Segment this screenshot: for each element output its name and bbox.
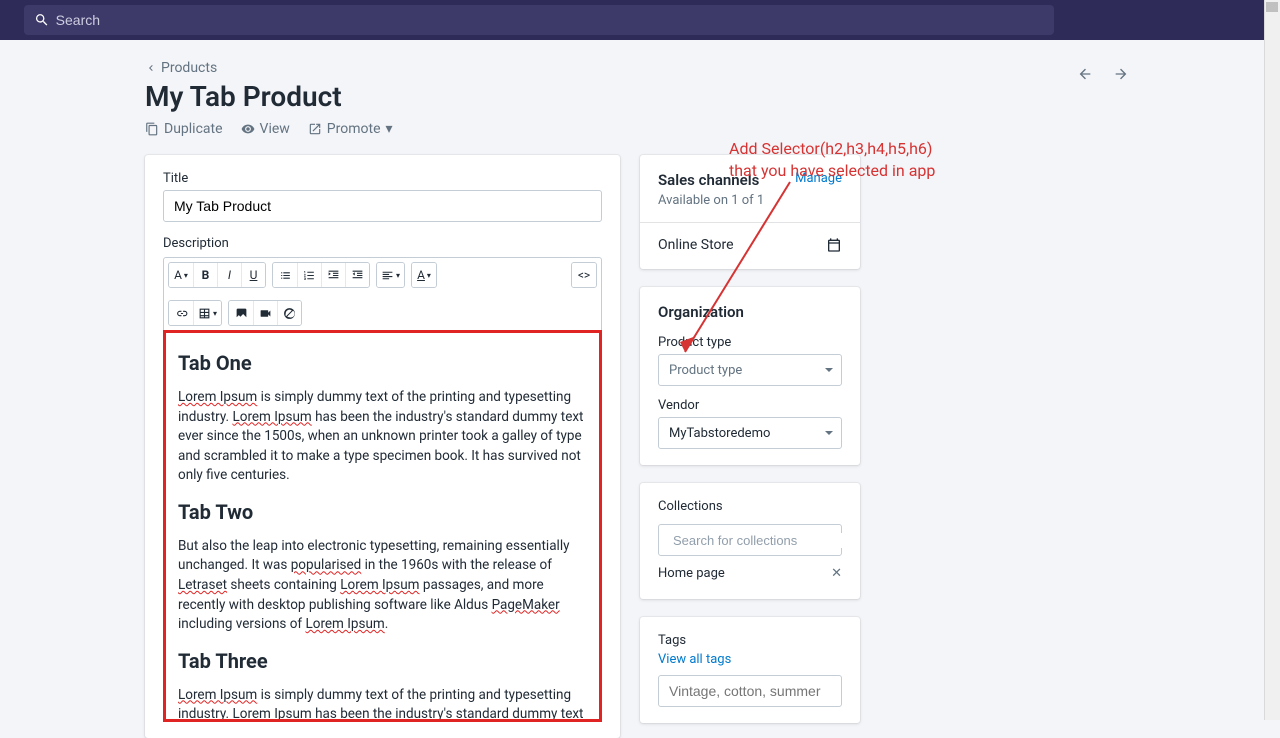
arrow-left-icon [1077, 66, 1093, 82]
list-number-icon [303, 269, 316, 282]
organization-title: Organization [658, 303, 842, 321]
tab-two-heading: Tab Two [178, 498, 587, 527]
video-icon [259, 307, 272, 320]
bold-button[interactable]: B [193, 263, 217, 287]
description-label: Description [163, 236, 602, 251]
external-link-icon [308, 122, 322, 136]
outdent-icon [327, 269, 340, 282]
viewport-scrollbar[interactable] [1264, 0, 1280, 720]
tags-card: Tags View all tags [640, 617, 860, 723]
tab-three-text: Lorem Ipsum is simply dummy text of the … [178, 686, 587, 722]
indent-button[interactable] [345, 263, 369, 287]
underline-button[interactable]: U [241, 263, 265, 287]
global-search[interactable] [24, 5, 1054, 35]
chevron-left-icon [145, 62, 157, 74]
search-input[interactable] [56, 12, 1044, 28]
collections-title: Collections [658, 499, 842, 514]
view-button[interactable]: View [241, 121, 290, 137]
outdent-button[interactable] [321, 263, 345, 287]
italic-button[interactable]: I [217, 263, 241, 287]
font-style-dropdown[interactable]: A▾ [169, 263, 193, 287]
align-icon [381, 269, 394, 282]
search-icon [34, 12, 50, 28]
product-type-select[interactable]: Product type [658, 354, 842, 386]
online-store-label: Online Store [658, 237, 734, 253]
calendar-icon[interactable] [826, 237, 842, 253]
remove-collection-button[interactable]: ✕ [831, 566, 842, 581]
image-button[interactable] [229, 301, 253, 325]
vendor-select[interactable]: MyTabstoredemo [658, 417, 842, 449]
tab-one-text: Lorem Ipsum is simply dummy text of the … [178, 388, 587, 486]
prev-product-button[interactable] [1071, 60, 1099, 88]
collections-search-input[interactable] [673, 533, 849, 548]
organization-card: Organization Product type Product type V… [640, 287, 860, 465]
link-icon [175, 307, 188, 320]
duplicate-icon [145, 122, 159, 136]
promote-button[interactable]: Promote ▾ [308, 121, 393, 137]
video-button[interactable] [253, 301, 277, 325]
product-content-card: Title Description A▾ B I U [145, 155, 620, 738]
arrow-right-icon [1113, 66, 1129, 82]
collections-card: Collections Home page ✕ [640, 483, 860, 599]
description-editor[interactable]: Tab One Lorem Ipsum is simply dummy text… [163, 330, 602, 722]
duplicate-button[interactable]: Duplicate [145, 121, 223, 137]
manage-link[interactable]: Manage [795, 171, 842, 186]
vendor-label: Vendor [658, 398, 842, 413]
number-list-button[interactable] [297, 263, 321, 287]
next-product-button[interactable] [1107, 60, 1135, 88]
image-icon [235, 307, 248, 320]
breadcrumb-back[interactable]: Products [145, 60, 1135, 76]
clear-format-button[interactable] [277, 301, 301, 325]
tab-three-heading: Tab Three [178, 647, 587, 676]
product-type-label: Product type [658, 335, 842, 350]
list-bullet-icon [279, 269, 292, 282]
availability-text: Available on 1 of 1 [658, 193, 842, 208]
clear-icon [283, 307, 296, 320]
html-view-button[interactable]: <> [572, 263, 596, 287]
eye-icon [241, 122, 255, 136]
collection-item: Home page [658, 566, 725, 581]
title-label: Title [163, 171, 602, 186]
title-input[interactable] [163, 190, 602, 222]
tab-one-heading: Tab One [178, 349, 587, 378]
tab-two-text: But also the leap into electronic typese… [178, 537, 587, 635]
sales-channels-title: Sales channels [658, 171, 759, 189]
table-dropdown[interactable]: ▾ [193, 301, 221, 325]
tags-title: Tags [658, 633, 842, 648]
collections-search[interactable] [658, 524, 842, 556]
color-dropdown[interactable]: A▾ [412, 263, 436, 287]
table-icon [198, 307, 211, 320]
scrollbar-thumb[interactable] [1266, 2, 1278, 12]
link-button[interactable] [169, 301, 193, 325]
bullet-list-button[interactable] [273, 263, 297, 287]
indent-icon [351, 269, 364, 282]
rte-toolbar: A▾ B I U ▾ [163, 257, 602, 330]
view-all-tags-link[interactable]: View all tags [658, 652, 842, 667]
chevron-down-icon: ▾ [386, 121, 393, 137]
align-dropdown[interactable]: ▾ [377, 263, 404, 287]
sales-channels-card: Sales channels Manage Available on 1 of … [640, 155, 860, 269]
tags-input[interactable] [658, 675, 842, 707]
page-title: My Tab Product [145, 80, 1135, 113]
breadcrumb-label: Products [161, 60, 217, 76]
